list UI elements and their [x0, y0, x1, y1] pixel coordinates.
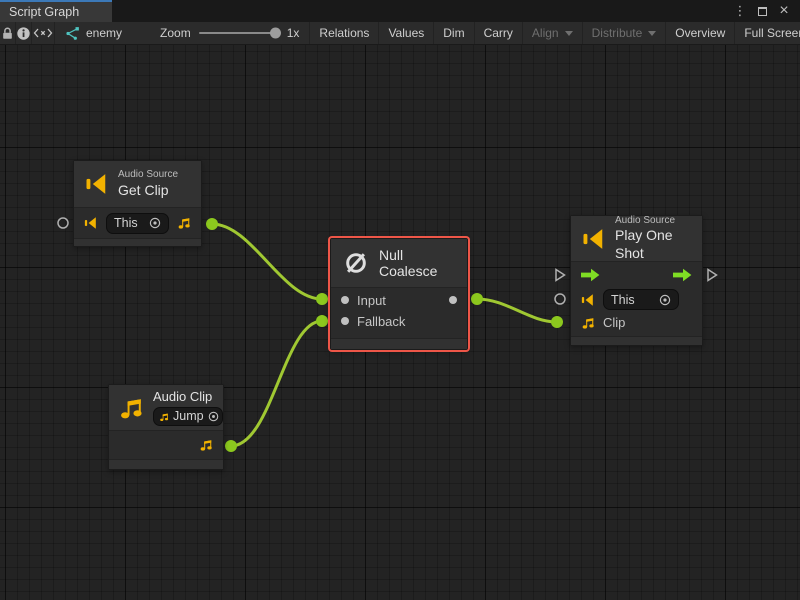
- fallback-port-dot[interactable]: [341, 317, 349, 325]
- fallback-port-row: Fallback: [331, 310, 467, 332]
- port-nullcoalesce-fallback[interactable]: [316, 315, 328, 327]
- node-category: Audio Source: [118, 169, 178, 182]
- chevron-down-icon: [648, 31, 656, 36]
- window-menu-icon[interactable]: ⋮: [732, 3, 748, 19]
- port-playoneshot-flow-output[interactable]: [708, 270, 717, 281]
- node-play-one-shot[interactable]: Audio Source Play One Shot This: [570, 215, 703, 346]
- maximize-icon[interactable]: [754, 3, 770, 19]
- port-getclip-target-input[interactable]: [58, 218, 68, 228]
- node-audio-clip[interactable]: Audio Clip Jump: [108, 384, 224, 470]
- chevron-down-icon: [565, 31, 573, 36]
- zoom-value: 1x: [287, 26, 300, 40]
- info-icon: [16, 26, 31, 41]
- tab-title: Script Graph: [9, 5, 79, 19]
- lock-icon: [0, 26, 15, 41]
- zoom-slider[interactable]: [199, 32, 279, 34]
- node-title: Audio Clip: [153, 389, 223, 405]
- port-playoneshot-clip-input[interactable]: [551, 316, 563, 328]
- wire-audioclip-to-nullcoalesce-fallback[interactable]: [231, 321, 322, 446]
- audio-clip-note-icon: [199, 438, 213, 452]
- full-screen-button[interactable]: Full Screen: [735, 22, 800, 44]
- target-object-field[interactable]: This: [603, 289, 679, 310]
- audio-source-icon: [581, 293, 595, 307]
- input-port-dot[interactable]: [341, 296, 349, 304]
- tab-bar: Script Graph ⋮ ×: [0, 0, 800, 22]
- audio-clip-note-icon: [159, 412, 169, 422]
- zoom-control: Zoom 1x: [132, 22, 310, 44]
- maximize-glyph: [758, 7, 767, 16]
- object-picker-icon[interactable]: [208, 411, 219, 422]
- zoom-slider-handle[interactable]: [270, 28, 281, 39]
- wire-nullcoalesce-to-playoneshot-clip[interactable]: [477, 299, 557, 322]
- audio-clip-note-icon: [177, 216, 191, 230]
- code-icon: [32, 26, 54, 40]
- node-title: Null Coalesce: [379, 247, 456, 279]
- node-null-coalesce-header: Null Coalesce: [331, 239, 467, 288]
- flow-in-arrow-icon[interactable]: [581, 268, 600, 282]
- input-port-row: Input: [331, 288, 467, 310]
- toolbar-buttons: Relations Values Dim Carry Align Distrib…: [310, 22, 800, 44]
- node-get-clip[interactable]: Audio Source Get Clip This: [73, 160, 202, 247]
- script-graph-window: Script Graph ⋮ × e: [0, 0, 800, 600]
- zoom-label: Zoom: [160, 26, 191, 40]
- node-title: Play One Shot: [615, 227, 691, 262]
- overview-button[interactable]: Overview: [666, 22, 735, 44]
- audio-source-icon: [582, 227, 606, 251]
- node-footer: [109, 459, 223, 469]
- graph-name: enemy: [86, 26, 122, 40]
- node-footer: [571, 336, 702, 345]
- relations-button[interactable]: Relations: [310, 22, 379, 44]
- audio-source-icon: [85, 172, 109, 196]
- distribute-dropdown[interactable]: Distribute: [583, 22, 667, 44]
- target-object-field[interactable]: This: [106, 213, 169, 234]
- node-play-one-shot-header: Audio Source Play One Shot: [571, 216, 702, 262]
- node-footer: [74, 238, 201, 246]
- flow-row: [571, 262, 702, 288]
- audio-source-icon: [84, 216, 98, 230]
- graph-toolbar: enemy Zoom 1x Relations Values Dim Carry…: [0, 22, 800, 45]
- object-picker-icon[interactable]: [659, 294, 671, 306]
- flow-out-arrow-icon[interactable]: [673, 268, 692, 282]
- target-row: This: [571, 288, 702, 311]
- node-title: Get Clip: [118, 182, 178, 200]
- node-get-clip-body-row: This: [74, 208, 201, 238]
- graph-breadcrumb[interactable]: enemy: [55, 22, 132, 44]
- port-getclip-output[interactable]: [206, 218, 218, 230]
- info-button[interactable]: [16, 22, 32, 44]
- object-picker-icon[interactable]: [149, 217, 161, 229]
- lock-button[interactable]: [0, 22, 16, 44]
- node-category: Audio Source: [615, 215, 691, 228]
- window-controls: ⋮ ×: [732, 0, 800, 22]
- align-dropdown[interactable]: Align: [523, 22, 583, 44]
- audio-clip-note-icon: [581, 316, 595, 330]
- graph-canvas[interactable]: Audio Source Get Clip This: [0, 45, 800, 600]
- port-playoneshot-target-input[interactable]: [555, 294, 565, 304]
- node-get-clip-header: Audio Source Get Clip: [74, 161, 201, 208]
- port-playoneshot-flow-input[interactable]: [556, 270, 565, 281]
- clip-row: Clip: [571, 311, 702, 334]
- close-icon[interactable]: ×: [776, 3, 792, 19]
- wire-getclip-to-nullcoalesce-input[interactable]: [212, 224, 322, 299]
- values-button[interactable]: Values: [379, 22, 434, 44]
- audio-clip-value-field[interactable]: Jump: [153, 407, 223, 426]
- node-audio-clip-output-row: [109, 431, 223, 459]
- dim-button[interactable]: Dim: [434, 22, 474, 44]
- audio-clip-note-icon: [118, 395, 144, 421]
- node-footer: [331, 338, 467, 349]
- port-nullcoalesce-output[interactable]: [471, 293, 483, 305]
- null-coalesce-icon: [342, 249, 370, 277]
- script-graph-icon: [65, 26, 80, 41]
- node-null-coalesce[interactable]: Null Coalesce Input Fallback: [330, 238, 468, 350]
- node-audio-clip-header: Audio Clip Jump: [109, 385, 223, 431]
- port-nullcoalesce-input[interactable]: [316, 293, 328, 305]
- code-view-button[interactable]: [32, 22, 55, 44]
- tab-script-graph[interactable]: Script Graph: [0, 0, 112, 22]
- carry-button[interactable]: Carry: [475, 22, 523, 44]
- port-audioclip-output[interactable]: [225, 440, 237, 452]
- output-port-dot[interactable]: [449, 296, 457, 304]
